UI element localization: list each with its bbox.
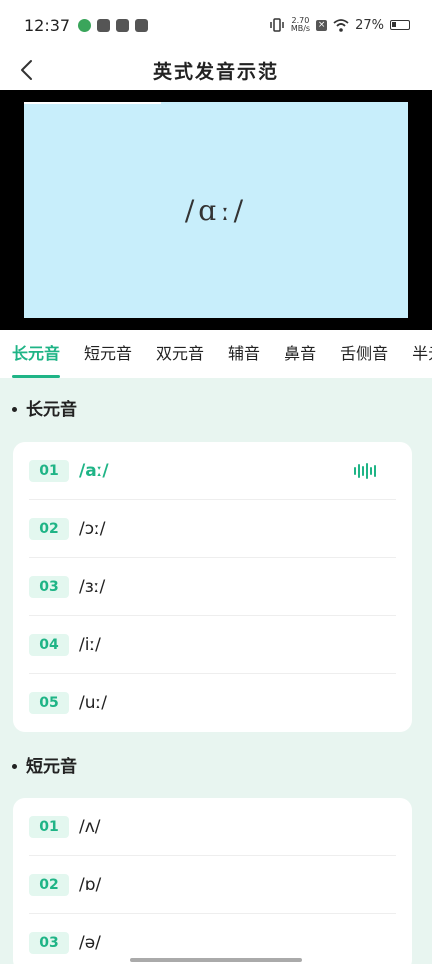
item-number: 03	[29, 932, 69, 954]
item-number: 01	[29, 459, 69, 482]
app-notification-icon	[78, 18, 92, 32]
list-item[interactable]: 02 /ɔː/	[29, 500, 396, 558]
tab-diphthongs[interactable]: 双元音	[144, 330, 216, 378]
video-progress	[24, 102, 161, 104]
video-phoneme: /ɑː/	[184, 193, 248, 227]
category-tabs: 长元音 短元音 双元音 辅音 鼻音 舌侧音 半元音	[0, 330, 432, 378]
list-item[interactable]: 03 /ə/	[29, 914, 396, 964]
tab-long-vowels[interactable]: 长元音	[0, 330, 72, 378]
item-number: 05	[29, 692, 69, 714]
item-symbol: /uː/	[79, 693, 107, 713]
section-title: 短元音	[0, 752, 432, 782]
battery-percent: 27%	[355, 17, 384, 33]
item-symbol: /ə/	[79, 933, 101, 953]
navigation-bar: 英式发音示范	[0, 50, 432, 90]
status-time: 12:37	[24, 15, 71, 35]
tab-short-vowels[interactable]: 短元音	[72, 330, 144, 378]
message-notification-icon	[97, 18, 111, 32]
list-item[interactable]: 01 /aː/	[29, 442, 396, 500]
home-indicator[interactable]	[130, 958, 302, 962]
tab-semivowels[interactable]: 半元音	[400, 330, 432, 378]
battery-icon	[390, 20, 410, 30]
item-symbol: /ɒ/	[79, 874, 102, 895]
no-sim-icon: ×	[316, 19, 328, 31]
item-symbol: /ʌ/	[79, 816, 101, 837]
sound-wave-icon	[354, 462, 376, 479]
back-button[interactable]	[10, 54, 42, 86]
notification-icons	[78, 18, 149, 32]
sync-notification-icon	[116, 18, 130, 32]
list-item[interactable]: 04 /iː/	[29, 616, 396, 674]
section-card: 01 /aː/ 02 /ɔː/ 03 /ɜː/ 04 /iː/ 05 /uː/	[13, 442, 412, 732]
item-symbol: /ɜː/	[79, 576, 106, 597]
section-title: 长元音	[0, 395, 432, 425]
speed-unit: MB/s	[290, 24, 311, 33]
status-bar: 12:37 2.70 MB/s × 27%	[0, 0, 432, 50]
list-item[interactable]: 01 /ʌ/	[29, 798, 396, 856]
video-frame: /ɑː/	[24, 102, 408, 318]
page-title: 英式发音示范	[152, 60, 279, 83]
video-player[interactable]: /ɑː/	[0, 90, 432, 330]
item-number: 02	[29, 873, 69, 896]
wifi-icon	[333, 18, 349, 32]
tab-laterals[interactable]: 舌侧音	[328, 330, 400, 378]
chevron-left-icon	[21, 60, 32, 80]
phoneme-list[interactable]: 长元音 01 /aː/ 02 /ɔː/ 03 /ɜː/ 04 /iː/ 05 /…	[0, 378, 432, 964]
vibrate-icon	[270, 18, 284, 32]
network-speed: 2.70 MB/s	[291, 17, 310, 33]
item-symbol: /ɔː/	[79, 518, 106, 539]
item-number: 04	[29, 633, 69, 656]
item-number: 02	[29, 517, 69, 540]
item-symbol: /iː/	[79, 634, 101, 655]
tab-consonants[interactable]: 辅音	[216, 330, 272, 378]
tab-nasals[interactable]: 鼻音	[272, 330, 328, 378]
list-item[interactable]: 03 /ɜː/	[29, 558, 396, 616]
app2-notification-icon	[135, 18, 149, 32]
section-card: 01 /ʌ/ 02 /ɒ/ 03 /ə/	[13, 798, 412, 964]
item-number: 01	[29, 815, 69, 838]
list-item[interactable]: 05 /uː/	[29, 674, 396, 732]
list-item[interactable]: 02 /ɒ/	[29, 856, 396, 914]
item-symbol: /aː/	[79, 460, 109, 481]
item-number: 03	[29, 575, 69, 598]
